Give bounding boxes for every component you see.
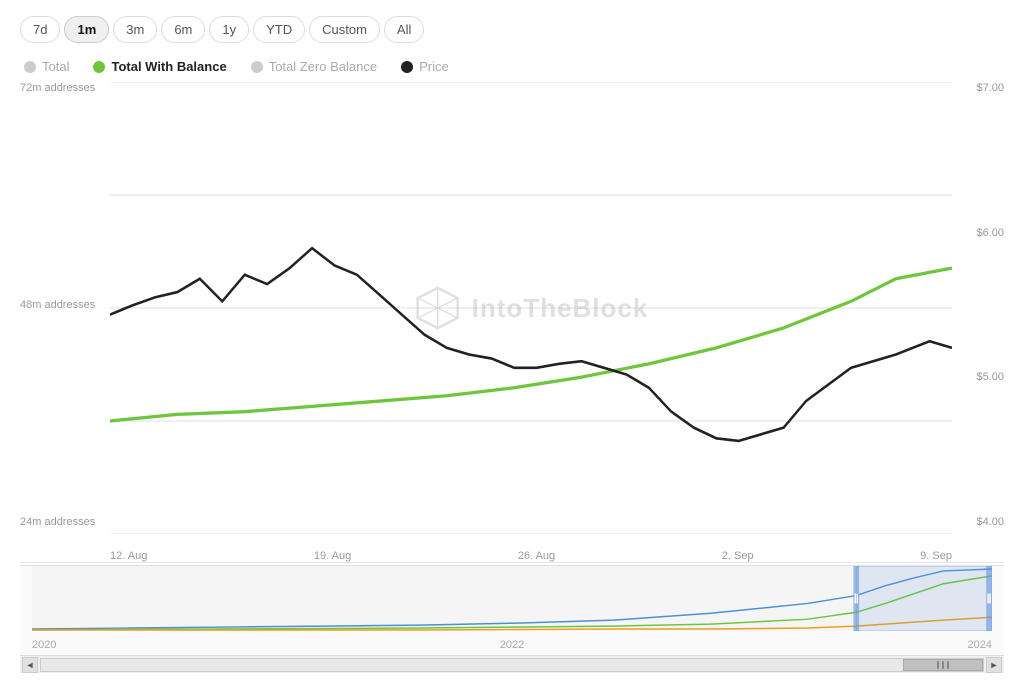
legend-item-total-with-balance: Total With Balance: [93, 59, 226, 74]
main-chart-svg: [110, 82, 952, 534]
scroll-grip-2: [942, 661, 944, 669]
time-btn-7d[interactable]: 7d: [20, 16, 60, 43]
y-right-3: $5.00: [976, 371, 1004, 383]
chart-container: 7d1m3m6m1yYTDCustomAll Total Total With B…: [0, 0, 1024, 683]
y-label-bot: 24m addresses: [20, 516, 110, 528]
legend-label-total-with-balance: Total With Balance: [111, 59, 226, 74]
legend-item-total-zero-balance: Total Zero Balance: [251, 59, 377, 74]
y-right-2: $6.00: [976, 227, 1004, 239]
navigator-svg: [32, 566, 992, 631]
legend-dot-total: [24, 61, 36, 73]
time-btn-3m[interactable]: 3m: [113, 16, 157, 43]
legend-item-price: Price: [401, 59, 449, 74]
time-btn-custom[interactable]: Custom: [309, 16, 380, 43]
scroll-grip-3: [947, 661, 949, 669]
y-right-1: $7.00: [976, 82, 1004, 94]
legend-label-total-zero-balance: Total Zero Balance: [269, 59, 377, 74]
legend-dot-total-with-balance: [93, 61, 105, 73]
nav-x-2020: 2020: [32, 639, 56, 651]
x-label-3: 26. Aug: [518, 550, 555, 562]
scroll-right-arrow[interactable]: ►: [986, 657, 1002, 673]
scroll-track[interactable]: [40, 658, 984, 672]
chart-legend: Total Total With Balance Total Zero Balanc…: [20, 59, 1004, 74]
legend-item-total: Total: [24, 59, 69, 74]
time-range-bar: 7d1m3m6m1yYTDCustomAll: [20, 16, 1004, 43]
x-label-1: 12. Aug: [110, 550, 147, 562]
navigator-x-axis: 2020 2022 2024: [32, 639, 992, 651]
y-label-mid: 48m addresses: [20, 299, 110, 311]
nav-x-2024: 2024: [968, 639, 992, 651]
main-chart: 72m addresses 48m addresses 24m addresse…: [20, 82, 1004, 563]
y-label-top: 72m addresses: [20, 82, 110, 94]
chart-area: 72m addresses 48m addresses 24m addresse…: [20, 82, 1004, 673]
time-btn-ytd[interactable]: YTD: [253, 16, 305, 43]
time-btn-1m[interactable]: 1m: [64, 16, 109, 43]
scroll-grip-1: [937, 661, 939, 669]
chart-svg-area: IntoTheBlock: [110, 82, 952, 534]
time-btn-1y[interactable]: 1y: [209, 16, 249, 43]
x-label-5: 9. Sep: [920, 550, 952, 562]
x-label-4: 2. Sep: [722, 550, 754, 562]
legend-dot-price: [401, 61, 413, 73]
y-axis-left: 72m addresses 48m addresses 24m addresse…: [20, 82, 110, 532]
y-right-4: $4.00: [976, 516, 1004, 528]
legend-label-total: Total: [42, 59, 69, 74]
scroll-left-arrow[interactable]: ◄: [22, 657, 38, 673]
legend-dot-total-zero-balance: [251, 61, 263, 73]
navigator: 2020 2022 2024: [20, 565, 1004, 655]
y-axis-right: $7.00 $6.00 $5.00 $4.00: [952, 82, 1004, 532]
time-btn-all[interactable]: All: [384, 16, 424, 43]
time-btn-6m[interactable]: 6m: [161, 16, 205, 43]
x-label-2: 19. Aug: [314, 550, 351, 562]
total-with-balance-line: [110, 268, 952, 421]
nav-x-2022: 2022: [500, 639, 524, 651]
navigator-svg-area: [32, 566, 992, 631]
x-axis: 12. Aug 19. Aug 26. Aug 2. Sep 9. Sep: [110, 534, 952, 562]
scrollbar: ◄ ►: [20, 655, 1004, 673]
scroll-thumb[interactable]: [903, 659, 983, 671]
legend-label-price: Price: [419, 59, 449, 74]
